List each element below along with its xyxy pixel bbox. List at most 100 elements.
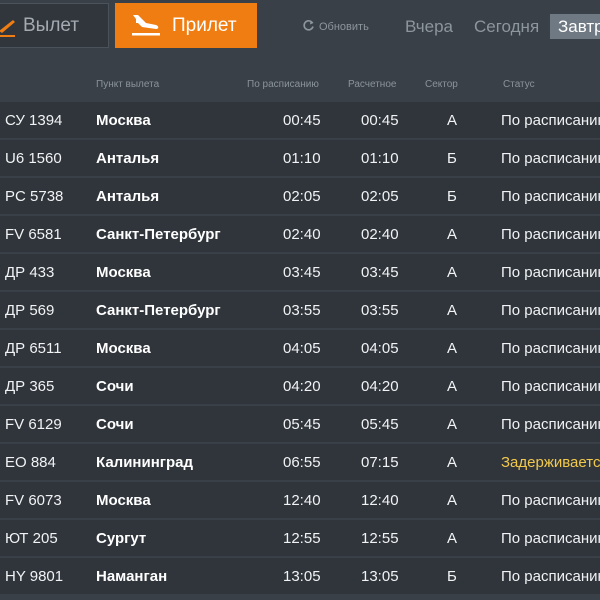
estimated-time: 05:45 — [361, 416, 399, 433]
flight-number: ДР 365 — [5, 378, 55, 395]
tab-departures[interactable]: Вылет — [0, 3, 109, 48]
table-row[interactable]: FV 6129 Сочи 05:45 05:45 А По расписанию — [0, 406, 600, 442]
table-row[interactable]: ДР 6511 Москва 04:05 04:05 А По расписанию — [0, 330, 600, 366]
table-row[interactable]: ЮТ 205 Сургут 12:55 12:55 А По расписанию — [0, 520, 600, 556]
estimated-time: 01:10 — [361, 150, 399, 167]
column-sector: Сектор — [425, 79, 458, 90]
flight-status: По расписанию — [501, 416, 600, 433]
table-row[interactable]: СУ 1394 Москва 00:45 00:45 А По расписанию — [0, 102, 600, 138]
estimated-time: 04:05 — [361, 340, 399, 357]
tab-arrivals-label: Прилет — [172, 14, 237, 36]
table-row[interactable]: HY 9801 Наманган 13:05 13:05 Б По расписанию — [0, 558, 600, 594]
scheduled-time: 03:45 — [283, 264, 321, 281]
estimated-time: 12:40 — [361, 492, 399, 509]
flight-number: ДР 6511 — [5, 340, 62, 357]
column-scheduled: По расписанию — [247, 79, 319, 90]
origin-city: Москва — [96, 112, 151, 129]
flight-status: По расписанию — [501, 150, 600, 167]
refresh-icon — [302, 19, 315, 35]
refresh-button[interactable]: Обновить — [302, 19, 369, 35]
flight-number: PC 5738 — [5, 188, 64, 205]
flight-number: HY 9801 — [5, 568, 64, 585]
flight-status: По расписанию — [501, 530, 600, 547]
scheduled-time: 12:40 — [283, 492, 321, 509]
origin-city: Анталья — [96, 188, 160, 205]
table-row[interactable]: ДР 365 Сочи 04:20 04:20 А По расписанию — [0, 368, 600, 404]
scheduled-time: 06:55 — [283, 454, 321, 471]
column-estimated: Расчетное — [348, 79, 397, 90]
scheduled-time: 02:40 — [283, 226, 321, 243]
day-today[interactable]: Сегодня — [474, 17, 539, 37]
origin-city: Санкт-Петербург — [96, 302, 221, 319]
sector: Б — [447, 188, 457, 205]
scheduled-time: 02:05 — [283, 188, 321, 205]
scheduled-time: 04:05 — [283, 340, 321, 357]
sector: А — [447, 378, 458, 395]
flight-number: ЕО 884 — [5, 454, 56, 471]
flight-status: По расписанию — [501, 112, 600, 129]
sector: А — [447, 264, 458, 281]
table-row[interactable]: ЕО 884 Калининград 06:55 07:15 А Задерживаетс… — [0, 444, 600, 480]
estimated-time: 03:55 — [361, 302, 399, 319]
refresh-label: Обновить — [319, 21, 369, 33]
table-row[interactable]: FV 6581 Санкт-Петербург 02:40 02:40 А По расп… — [0, 216, 600, 252]
table-row[interactable]: PC 5738 Анталья 02:05 02:05 Б По расписанию — [0, 178, 600, 214]
estimated-time: 04:20 — [361, 378, 399, 395]
origin-city: Наманган — [96, 568, 168, 585]
sector: А — [447, 302, 458, 319]
flight-board-page: Вылет Прилет Обновить Вчера Сегодня Завт — [0, 0, 600, 600]
flight-status: По расписанию — [501, 378, 600, 395]
flight-number: FV 6581 — [5, 226, 62, 243]
estimated-time: 00:45 — [361, 112, 399, 129]
tab-arrivals[interactable]: Прилет — [115, 3, 257, 48]
plane-takeoff-icon — [0, 14, 17, 44]
table-row[interactable]: FV 6073 Москва 12:40 12:40 А По расписанию — [0, 482, 600, 518]
sector: А — [447, 454, 458, 471]
plane-landing-icon — [130, 11, 162, 45]
estimated-time: 13:05 — [361, 568, 399, 585]
scheduled-time: 03:55 — [283, 302, 321, 319]
scheduled-time: 01:10 — [283, 150, 321, 167]
flight-number: СУ 1394 — [5, 112, 63, 129]
origin-city: Санкт-Петербург — [96, 226, 221, 243]
scheduled-time: 05:45 — [283, 416, 321, 433]
flight-status: По расписанию — [501, 226, 600, 243]
flight-status: По расписанию — [501, 264, 600, 281]
estimated-time: 12:55 — [361, 530, 399, 547]
sector: Б — [447, 568, 457, 585]
origin-city: Сочи — [96, 416, 134, 433]
table-row[interactable]: ДР 569 Санкт-Петербург 03:55 03:55 А По распи… — [0, 292, 600, 328]
origin-city: Москва — [96, 492, 151, 509]
flight-status: По расписанию — [501, 340, 600, 357]
table-row[interactable]: U6 1560 Анталья 01:10 01:10 Б По расписанию — [0, 140, 600, 176]
origin-city: Анталья — [96, 150, 160, 167]
column-status: Статус — [503, 79, 535, 90]
origin-city: Сургут — [96, 530, 147, 547]
flights-table: СУ 1394 Москва 00:45 00:45 А По расписанию U6 … — [0, 102, 600, 596]
origin-city: Москва — [96, 340, 151, 357]
day-tomorrow[interactable]: Завтра — [550, 14, 600, 39]
table-row[interactable]: ДР 433 Москва 03:45 03:45 А По расписанию — [0, 254, 600, 290]
top-bar: Вылет Прилет Обновить Вчера Сегодня Завт — [0, 0, 600, 66]
sector: А — [447, 530, 458, 547]
flight-status: По расписанию — [501, 188, 600, 205]
origin-city: Москва — [96, 264, 151, 281]
tab-departures-label: Вылет — [23, 14, 80, 36]
sector: А — [447, 112, 458, 129]
column-origin: Пункт вылета — [96, 79, 160, 90]
flight-number: ЮТ 205 — [5, 530, 58, 547]
flight-number: U6 1560 — [5, 150, 62, 167]
estimated-time: 07:15 — [361, 454, 399, 471]
flight-number: FV 6129 — [5, 416, 62, 433]
sector: А — [447, 340, 458, 357]
sector: А — [447, 492, 458, 509]
day-yesterday[interactable]: Вчера — [405, 17, 453, 37]
estimated-time: 02:05 — [361, 188, 399, 205]
scheduled-time: 12:55 — [283, 530, 321, 547]
flight-number: ДР 569 — [5, 302, 55, 319]
estimated-time: 03:45 — [361, 264, 399, 281]
sector: А — [447, 416, 458, 433]
origin-city: Калининград — [96, 454, 194, 471]
scheduled-time: 04:20 — [283, 378, 321, 395]
table-header: Пункт вылета По расписанию Расчетное Сек… — [0, 76, 600, 96]
